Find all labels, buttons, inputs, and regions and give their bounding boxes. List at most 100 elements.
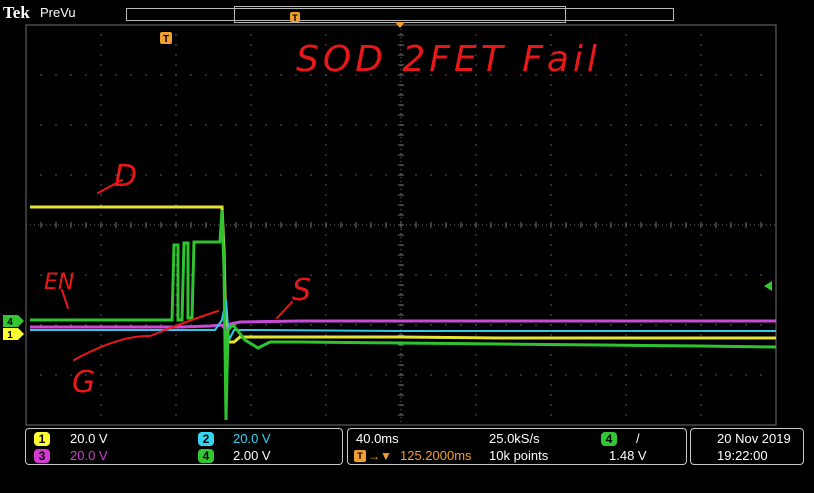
grid-dot — [70, 324, 72, 326]
grid-dot — [625, 354, 627, 356]
grid-dot — [685, 174, 687, 176]
grid-dot — [265, 124, 267, 126]
trigger-marker-screen[interactable]: T — [160, 32, 172, 45]
grid-dot — [175, 264, 177, 266]
grid-dot — [475, 204, 477, 206]
grid-dot — [715, 174, 717, 176]
grid-dot — [175, 114, 177, 116]
grid-dot — [610, 74, 612, 76]
grid-dot — [550, 194, 552, 196]
channel-4-badge[interactable]: 4 — [198, 449, 214, 463]
grid-dot — [700, 334, 702, 336]
grid-dot — [655, 274, 657, 276]
grid-dot — [550, 364, 552, 366]
grid-dot — [325, 274, 327, 276]
grid-dot — [175, 164, 177, 166]
s-annotation-line — [276, 301, 293, 319]
grid-dot — [325, 194, 327, 196]
grid-dot — [235, 124, 237, 126]
sample-rate: 25.0kS/s — [489, 431, 540, 446]
grid-dot — [430, 374, 432, 376]
grid-dot — [580, 174, 582, 176]
waveform-display: T T 4 1 SOD 2FET Fail D EN S G — [3, 12, 777, 426]
grid-dot — [190, 274, 192, 276]
grid-dot — [325, 284, 327, 286]
grid-dot — [715, 74, 717, 76]
grid-dot — [670, 174, 672, 176]
grid-dot — [385, 374, 387, 376]
grid-dot — [550, 144, 552, 146]
grid-dot — [115, 374, 117, 376]
grid-dot — [175, 374, 177, 376]
grid-dot — [220, 374, 222, 376]
grid-dot — [175, 284, 177, 286]
grid-dot — [100, 144, 102, 146]
grid-dot — [115, 324, 117, 326]
grid-dot — [685, 74, 687, 76]
grid-dot — [760, 274, 762, 276]
channel-3-badge[interactable]: 3 — [34, 449, 50, 463]
grid-dot — [250, 64, 252, 66]
grid-dot — [175, 44, 177, 46]
grid-dot — [325, 204, 327, 206]
grid-dot — [100, 334, 102, 336]
grid-dot — [250, 364, 252, 366]
grid-dot — [325, 414, 327, 416]
trigger-level-marker[interactable] — [764, 281, 772, 291]
grid-dot — [625, 264, 627, 266]
grid-dot — [220, 124, 222, 126]
channel-readout-panel[interactable]: 1 20.0 V 2 20.0 V 3 20.0 V 4 2.00 V — [25, 428, 343, 465]
trigger-marker-top[interactable]: T — [290, 12, 300, 23]
trigger-source-badge[interactable]: 4 — [601, 432, 617, 446]
grid-dot — [175, 154, 177, 156]
grid-dot — [715, 374, 717, 376]
grid-dot — [100, 254, 102, 256]
grid-dot — [370, 274, 372, 276]
grid-dot — [250, 294, 252, 296]
grid-dot — [700, 294, 702, 296]
grid-dot — [760, 374, 762, 376]
grid-dot — [550, 234, 552, 236]
grid-dot — [100, 204, 102, 206]
grid-dot — [625, 164, 627, 166]
grid-dot — [250, 334, 252, 336]
svg-text:T: T — [292, 13, 298, 23]
grid-dot — [475, 164, 477, 166]
grid-dot — [730, 124, 732, 126]
grid-dot — [220, 74, 222, 76]
grid-dot — [550, 274, 552, 276]
grid-dot — [445, 174, 447, 176]
grid-dot — [655, 124, 657, 126]
grid-dot — [535, 174, 537, 176]
grid-dot — [715, 274, 717, 276]
grid-dot — [625, 154, 627, 156]
grid-dot — [175, 404, 177, 406]
grid-dot — [445, 374, 447, 376]
grid-dot — [625, 414, 627, 416]
grid-dot — [475, 214, 477, 216]
annotation-en: EN — [44, 270, 74, 295]
grid-dot — [535, 374, 537, 376]
grid-dot — [175, 174, 177, 176]
grid-dot — [760, 174, 762, 176]
timebase-readout-panel[interactable]: 40.0ms 25.0kS/s 4 / T →▼ 125.2000ms 10k … — [347, 428, 687, 465]
grid-dot — [430, 124, 432, 126]
grid-dot — [460, 174, 462, 176]
channel-4-ground-marker[interactable]: 4 — [3, 315, 24, 328]
grid-dot — [250, 114, 252, 116]
grid-dot — [250, 274, 252, 276]
channel-1-badge[interactable]: 1 — [34, 432, 50, 446]
channel-1-ground-marker[interactable]: 1 — [3, 328, 24, 341]
channel-2-badge[interactable]: 2 — [198, 432, 214, 446]
grid-dot — [115, 74, 117, 76]
grid-dot — [175, 94, 177, 96]
grid-dot — [460, 374, 462, 376]
grid-dot — [550, 374, 552, 376]
grid-dot — [700, 274, 702, 276]
grid-dot — [655, 374, 657, 376]
grid-dot — [625, 134, 627, 136]
grid-dot — [625, 174, 627, 176]
grid-dot — [265, 374, 267, 376]
grid-dot — [280, 124, 282, 126]
annotation-g: G — [72, 365, 95, 400]
